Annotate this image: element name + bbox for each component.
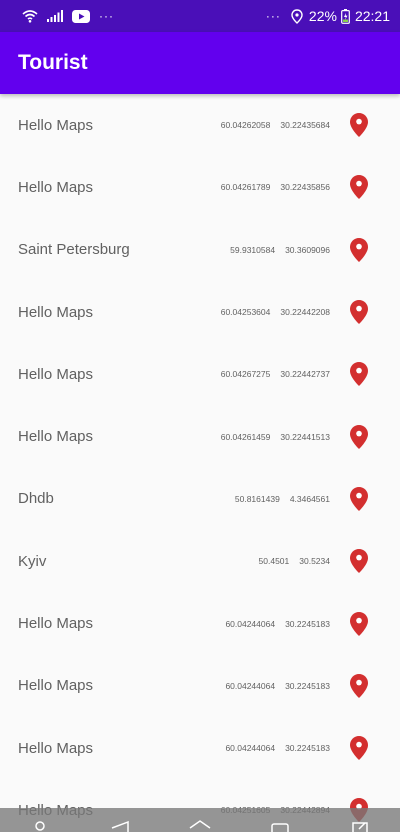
tourist-screen: ··· ··· 22% 22:21 Tourist Hello Maps 60.… [0,0,400,832]
battery-percent: 22% [308,8,337,24]
map-pin-icon[interactable] [348,673,370,699]
places-list: Hello Maps 60.04262058 30.22435684 Hello Ma… [0,94,400,832]
location-icon [291,8,303,24]
status-more-dots: ··· [265,9,281,23]
latitude: 59.9310584 [230,244,276,255]
latitude: 60.04253604 [220,307,271,318]
longitude: 30.22435684 [280,120,330,131]
status-left: ··· [22,9,114,23]
longitude: 30.5234 [299,556,330,567]
place-coordinates: 60.04253604 30.22442208 [221,307,330,317]
longitude: 30.3609096 [285,244,330,255]
place-name: Hello Maps [18,677,94,695]
place-name: Hello Maps [18,615,94,633]
list-item[interactable]: Hello Maps 60.04261789 30.22435856 [0,156,400,218]
longitude: 30.22442208 [280,307,330,318]
longitude: 30.2245183 [285,618,330,629]
map-pin-icon[interactable] [348,486,370,512]
status-right: ··· 22% 22:21 [266,8,390,24]
navigation-bar [0,808,400,832]
status-bar: ··· ··· 22% 22:21 [0,0,400,32]
place-coordinates: 60.04244064 30.2245183 [225,619,330,629]
switch-icon[interactable] [347,818,373,832]
map-pin-icon[interactable] [348,299,370,325]
home-icon[interactable] [187,818,213,832]
map-pin-icon[interactable] [348,548,370,574]
longitude: 30.22441513 [280,431,330,442]
place-name: Kyiv [18,552,47,570]
longitude: 4.3464561 [289,493,330,504]
app-bar: Tourist [0,32,400,94]
latitude: 50.8161439 [234,493,280,504]
place-coordinates: 50.4501 30.5234 [259,556,330,566]
list-item[interactable]: Dhdb 50.8161439 4.3464561 [0,468,400,530]
place-name: Hello Maps [18,739,94,757]
place-name: Hello Maps [18,428,94,446]
place-coordinates: 60.04261789 30.22435856 [221,182,330,192]
battery-icon [341,8,350,24]
longitude: 30.2245183 [285,743,330,754]
list-item[interactable]: Hello Maps 60.04253604 30.22442208 [0,281,400,343]
map-pin-icon[interactable] [348,112,370,138]
recents-icon[interactable] [267,818,293,832]
place-name: Hello Maps [18,303,94,321]
list-item[interactable]: Hello Maps 60.04244064 30.2245183 [0,655,400,717]
youtube-icon [72,9,90,23]
map-pin-icon[interactable] [348,611,370,637]
map-pin-icon[interactable] [348,174,370,200]
place-coordinates: 60.04267275 30.22442737 [221,369,330,379]
list-item[interactable]: Saint Petersburg 59.9310584 30.3609096 [0,219,400,281]
latitude: 60.04267275 [220,369,271,380]
list-item[interactable]: Hello Maps 60.04267275 30.22442737 [0,343,400,405]
back-icon[interactable] [107,818,133,832]
map-pin-icon[interactable] [348,361,370,387]
longitude: 30.22435856 [280,182,330,193]
latitude: 60.04262058 [220,120,271,131]
person-icon[interactable] [27,818,53,832]
map-pin-icon[interactable] [348,735,370,761]
place-name: Hello Maps [18,116,94,134]
place-name: Dhdb [18,490,54,508]
place-name: Saint Petersburg [18,241,130,259]
place-coordinates: 60.04244064 30.2245183 [225,681,330,691]
place-coordinates: 60.04262058 30.22435684 [221,120,330,130]
place-coordinates: 59.9310584 30.3609096 [230,245,330,255]
list-item[interactable]: Hello Maps 60.04244064 30.2245183 [0,592,400,654]
longitude: 30.2245183 [285,680,330,691]
signal-icon [47,10,63,22]
status-time: 22:21 [354,8,390,24]
latitude: 50.4501 [258,556,290,567]
map-pin-icon[interactable] [348,424,370,450]
page-title: Tourist [18,51,88,74]
latitude: 60.04244064 [225,680,276,691]
longitude: 30.22442737 [280,369,330,380]
place-name: Hello Maps [18,178,94,196]
latitude: 60.04244064 [225,618,276,629]
latitude: 60.04261459 [220,431,271,442]
list-item[interactable]: Hello Maps 60.04262058 30.22435684 [0,94,400,156]
map-pin-icon[interactable] [348,237,370,263]
notification-more-dots: ··· [99,9,114,23]
list-item[interactable]: Kyiv 50.4501 30.5234 [0,530,400,592]
place-coordinates: 60.04261459 30.22441513 [221,432,330,442]
place-name: Hello Maps [18,365,94,383]
list-item[interactable]: Hello Maps 60.04244064 30.2245183 [0,717,400,779]
place-coordinates: 50.8161439 4.3464561 [235,494,330,504]
latitude: 60.04244064 [225,743,276,754]
wifi-icon [22,9,38,23]
list-item[interactable]: Hello Maps 60.04261459 30.22441513 [0,405,400,467]
latitude: 60.04261789 [220,182,271,193]
place-coordinates: 60.04244064 30.2245183 [225,743,330,753]
